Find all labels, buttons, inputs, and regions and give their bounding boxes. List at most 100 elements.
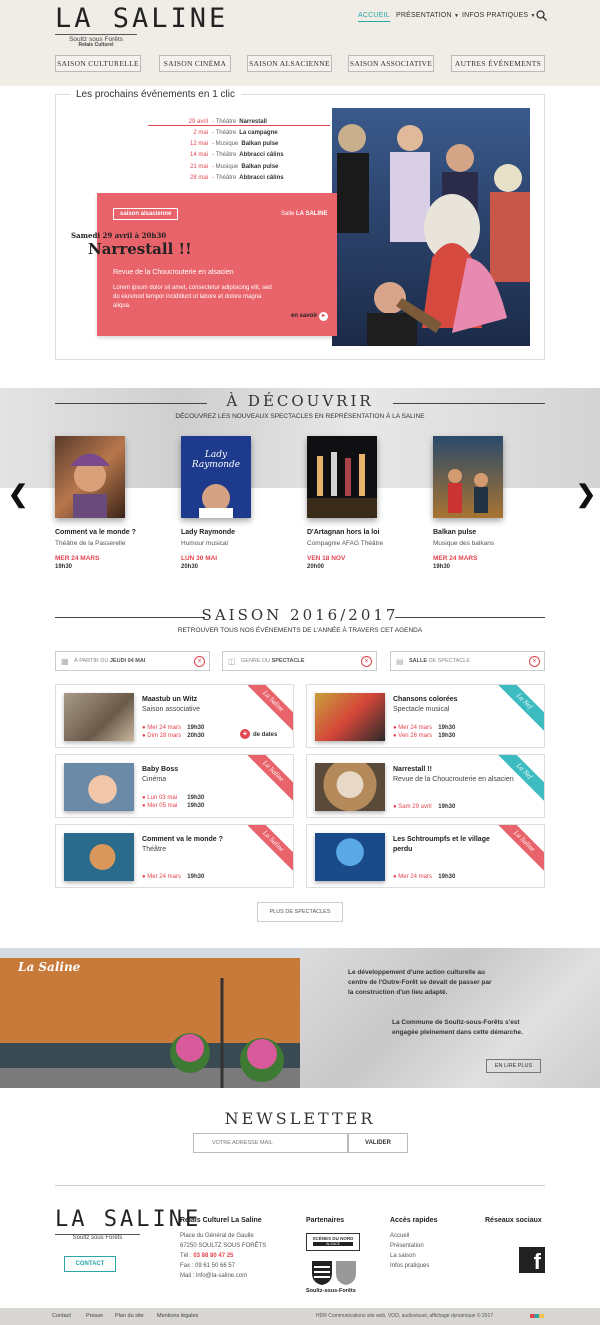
discover-item-subtitle: Compagnie AFAG Théâtre: [307, 540, 384, 547]
quick-link[interactable]: Accueil: [390, 1231, 409, 1241]
poster-image[interactable]: [307, 436, 377, 518]
genre-filter[interactable]: ◫ GENRE DU SPECTACLE ×: [222, 651, 377, 671]
event-card[interactable]: Les Schtroumpfs et le village perdu ● Mer …: [306, 824, 545, 888]
event-card[interactable]: Chansons colorées Spectacle musical ● Mer …: [306, 684, 545, 748]
event-card-title[interactable]: Chansons colorées: [393, 696, 458, 703]
upcoming-event-row[interactable]: 2 mai - Théâtre La campagne: [148, 130, 277, 136]
footer-bottom-link[interactable]: Presse: [86, 1313, 103, 1319]
event-card-title[interactable]: Narrestall !!: [393, 766, 432, 773]
event-card[interactable]: Baby Boss Cinéma ● Lun 03 mai 19h30 ● Mer 05…: [55, 754, 294, 818]
featured-photo: [332, 108, 530, 346]
discover-title: À DÉCOUVRIR: [226, 392, 374, 410]
upcoming-event-row[interactable]: 12 mai - Musique Balkan pulse: [148, 141, 278, 147]
upcoming-event-row[interactable]: 14 mai - Théâtre Abbracci câlins: [148, 152, 284, 158]
clear-icon[interactable]: ×: [529, 656, 540, 667]
more-dates-label: de dates: [253, 732, 278, 738]
carousel-prev-icon[interactable]: ❮: [8, 480, 28, 509]
event-card-day: Ven 26 mars: [398, 733, 432, 739]
event-card-date: ● Mer 24 mars 19h30: [393, 874, 455, 880]
event-card[interactable]: Comment va le monde ? Théâtre ● Mer 24 mar…: [55, 824, 294, 888]
event-thumbnail[interactable]: [64, 833, 134, 881]
event-card-title[interactable]: Comment va le monde ?: [142, 836, 223, 843]
event-card-day: Mer 24 mars: [147, 874, 181, 880]
event-card-title[interactable]: Maastub un Witz: [142, 696, 197, 703]
event-card-date: ● Mer 24 mars 19h30: [142, 874, 204, 880]
upcoming-event-row[interactable]: 21 mai - Musique Balkan pulse: [148, 164, 278, 170]
newsletter-title: NEWSLETTER: [224, 1109, 376, 1128]
nav-presentation[interactable]: PRÉSENTATION ▼: [396, 12, 459, 19]
event-card-time: 19h30: [187, 725, 205, 731]
site-logo[interactable]: LA SALINE: [55, 4, 228, 34]
venue-filter[interactable]: ▤ SALLE DE SPECTACLE ×: [390, 651, 545, 671]
quick-link[interactable]: Présentation: [390, 1241, 424, 1251]
event-thumbnail[interactable]: [315, 693, 385, 741]
card-more-link[interactable]: en savoir ▸: [291, 312, 329, 321]
upcoming-event-row[interactable]: 28 mai - Théâtre Abbracci câlins: [148, 175, 284, 181]
search-icon[interactable]: [536, 10, 547, 21]
poster-image[interactable]: [433, 436, 503, 518]
event-thumbnail[interactable]: [315, 763, 385, 811]
discover-item-subtitle: Humour musical: [181, 540, 228, 547]
nav-infos-label: INFOS PRATIQUES: [462, 12, 529, 19]
footer-address-line: 67250 SOULTZ SOUS FORÊTS: [180, 1243, 267, 1249]
event-category: Théâtre: [215, 175, 237, 181]
discover-item-date: MER 24 MARS: [55, 555, 100, 562]
footer-col-title: Réseaux sociaux: [485, 1217, 542, 1224]
event-thumbnail[interactable]: [64, 763, 134, 811]
card-season-badge[interactable]: saison alsacienne: [113, 208, 179, 220]
clear-icon[interactable]: ×: [361, 656, 372, 667]
event-thumbnail[interactable]: [64, 693, 134, 741]
read-more-button[interactable]: EN LIRE PLUS: [486, 1059, 541, 1073]
clear-icon[interactable]: ×: [194, 656, 205, 667]
footer-phone: Tél : 03 88 80 47 25: [180, 1251, 233, 1261]
event-category: Théâtre: [215, 119, 237, 125]
carousel-next-icon[interactable]: ❯: [576, 480, 596, 509]
quick-link[interactable]: Infos pratiques: [390, 1261, 429, 1271]
nav-accueil[interactable]: ACCUEIL: [358, 12, 390, 22]
footer-bottom-link[interactable]: Plan du site: [115, 1313, 144, 1319]
partner-logo-scenes-du-nord[interactable]: SCÈNES DU NORD ALSACE: [306, 1233, 360, 1251]
event-card-title-line2[interactable]: perdu: [393, 846, 412, 853]
nav-infos-pratiques[interactable]: INFOS PRATIQUES ▼: [462, 12, 536, 19]
event-card[interactable]: Maastub un Witz Saison associative ● Mer 2…: [55, 684, 294, 748]
discover-item-date: VEN 18 NOV: [307, 555, 346, 562]
season-button-autres[interactable]: AUTRES ÉVÉNEMENTS: [451, 55, 545, 72]
poster-image[interactable]: Lady Raymonde: [181, 436, 251, 518]
poster-image[interactable]: [55, 436, 125, 518]
newsletter-submit-button[interactable]: VALIDER: [348, 1133, 408, 1153]
event-card-day: Mer 05 mai: [147, 803, 178, 809]
event-card-title[interactable]: Les Schtroumpfs et le village: [393, 836, 490, 843]
event-card-date: ● Dim 28 mars 20h30: [142, 733, 204, 739]
quick-link[interactable]: La saison: [390, 1251, 416, 1261]
season-button-alsacienne[interactable]: SAISON ALSACIENNE: [247, 55, 332, 72]
season-button-associative[interactable]: SAISON ASSOCIATIVE: [348, 55, 434, 72]
soultz-coat-of-arms-icon[interactable]: [310, 1259, 358, 1285]
card-description: Lorem ipsum dolor sit amet, consectetur …: [113, 285, 272, 309]
event-card[interactable]: Narrestall !! Revue de la Choucrouterie e…: [306, 754, 545, 818]
footer-phone-number[interactable]: 03 88 80 47 25: [193, 1253, 233, 1259]
upcoming-event-row[interactable]: 29 avril - Théâtre Narrestall: [148, 119, 267, 125]
season-button-culturelle[interactable]: SAISON CULTURELLE: [55, 55, 141, 72]
discover-item-time: 20h30: [181, 564, 199, 570]
discover-item-title[interactable]: Comment va le monde ?: [55, 529, 136, 536]
plus-icon: +: [240, 729, 250, 739]
footer-bottom-link[interactable]: Mentions légales: [157, 1313, 198, 1319]
season-button-cinema[interactable]: SAISON CINÉMA: [159, 55, 231, 72]
date-filter[interactable]: ▦ À PARTIR DU JEUDI 04 MAI ×: [55, 651, 210, 671]
contact-button[interactable]: CONTACT: [64, 1256, 116, 1272]
more-shows-button[interactable]: PLUS DE SPECTACLES: [257, 902, 343, 922]
venue-ribbon: La Saline: [242, 685, 293, 732]
event-card-time: 19h30: [438, 733, 456, 739]
discover-item-title[interactable]: Balkan pulse: [433, 529, 476, 536]
footer-bottom-link[interactable]: Contact: [52, 1313, 71, 1319]
featured-event-card[interactable]: saison alsacienne Salle LA SALINE Revue …: [97, 193, 337, 336]
footer-mail[interactable]: Mail : info@la-saline.com: [180, 1271, 247, 1281]
facebook-icon[interactable]: f: [519, 1247, 545, 1273]
discover-item-title[interactable]: Lady Raymonde: [181, 529, 235, 536]
event-thumbnail[interactable]: [315, 833, 385, 881]
event-card-time: 19h30: [187, 795, 205, 801]
event-card-title[interactable]: Baby Boss: [142, 766, 178, 773]
newsletter-email-input[interactable]: [193, 1133, 348, 1153]
more-dates-link[interactable]: + de dates: [240, 729, 277, 739]
discover-item-title[interactable]: D'Artagnan hors la loi: [307, 529, 379, 536]
